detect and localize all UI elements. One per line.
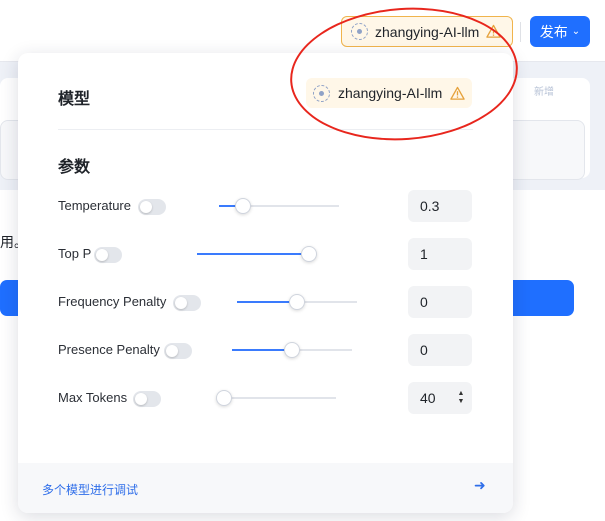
multi-model-debug-link[interactable]: 多个模型进行调试 — [42, 481, 138, 498]
model-section-title: 模型 — [58, 91, 91, 108]
param-slider[interactable] — [219, 198, 339, 214]
param-value-input[interactable] — [408, 286, 472, 318]
model-icon — [313, 84, 330, 102]
slider-fill — [197, 253, 309, 255]
param-row-top-p: Top P — [58, 238, 473, 270]
model-icon — [351, 23, 368, 40]
param-label: Frequency Penalty — [58, 294, 167, 309]
slider-fill — [232, 349, 292, 351]
background-tag: 新增 — [534, 87, 554, 98]
slider-thumb[interactable] — [289, 294, 305, 310]
param-slider[interactable] — [232, 342, 352, 358]
slider-thumb[interactable] — [301, 246, 317, 262]
param-label: Top P — [58, 246, 92, 261]
param-value-input[interactable] — [408, 334, 472, 366]
publish-button[interactable]: 发布 ⌄ — [530, 16, 590, 47]
param-toggle[interactable] — [173, 295, 201, 311]
param-label: Temperature — [58, 198, 131, 213]
warning-icon — [486, 24, 501, 38]
param-value-input[interactable] — [408, 190, 472, 222]
param-slider[interactable] — [237, 294, 357, 310]
chevron-down-icon: ⌄ — [571, 26, 581, 37]
toolbar-divider — [520, 22, 521, 42]
param-toggle[interactable] — [133, 391, 161, 407]
param-toggle[interactable] — [94, 247, 122, 263]
section-divider — [58, 129, 473, 130]
param-toggle[interactable] — [138, 199, 166, 215]
param-label: Presence Penalty — [58, 342, 160, 357]
arrow-right-icon[interactable]: ➜ — [474, 477, 486, 494]
param-toggle[interactable] — [164, 343, 192, 359]
warning-icon — [450, 86, 465, 100]
slider-thumb[interactable] — [216, 390, 232, 406]
param-value-input[interactable] — [408, 382, 472, 414]
slider-fill — [237, 301, 297, 303]
param-label: Max Tokens — [58, 390, 128, 405]
param-slider[interactable] — [197, 246, 317, 262]
popover-model-chip[interactable]: zhangying-AI-llm — [306, 78, 472, 108]
slider-thumb[interactable] — [284, 342, 300, 358]
param-row-temperature: Temperature — [58, 190, 473, 222]
param-value-input[interactable] — [408, 238, 472, 270]
param-slider[interactable] — [216, 390, 336, 406]
model-settings-popover: 模型 zhangying-AI-llm 参数 Temperature Top P — [18, 53, 513, 513]
slider-thumb[interactable] — [235, 198, 251, 214]
model-selector-label: zhangying-AI-llm — [375, 23, 480, 40]
param-row-frequency-penalty: Frequency Penalty — [58, 286, 473, 318]
param-row-presence-penalty: Presence Penalty — [58, 334, 473, 366]
params-section-title: 参数 — [58, 159, 91, 176]
popover-footer: 多个模型进行调试 ➜ — [18, 463, 513, 513]
publish-label: 发布 — [539, 23, 568, 40]
model-selector-chip[interactable]: zhangying-AI-llm — [341, 16, 513, 47]
popover-model-label: zhangying-AI-llm — [338, 85, 443, 101]
param-row-max-tokens: Max Tokens ▲▼ — [58, 382, 473, 414]
